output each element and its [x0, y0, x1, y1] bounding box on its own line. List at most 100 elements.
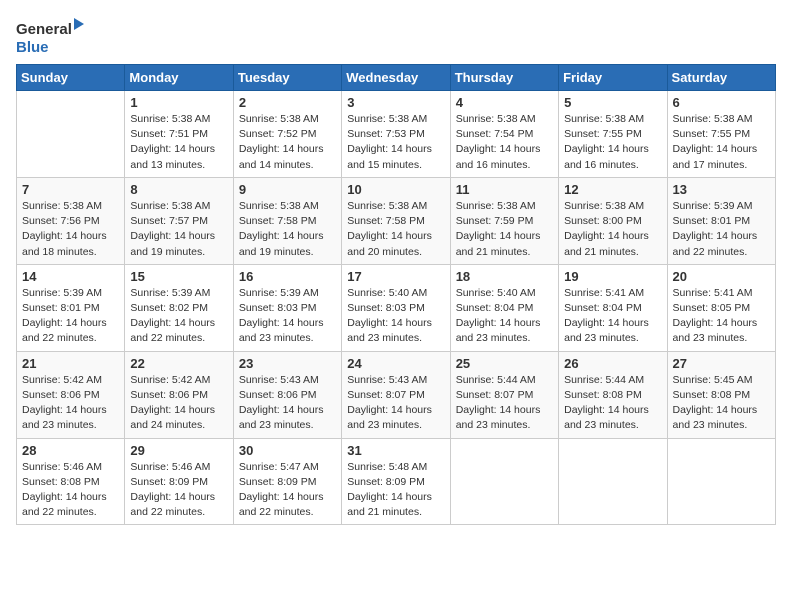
day-number: 23	[239, 356, 336, 371]
day-info: Sunrise: 5:39 AMSunset: 8:01 PMDaylight:…	[673, 199, 770, 260]
day-number: 21	[22, 356, 119, 371]
day-info: Sunrise: 5:46 AMSunset: 8:09 PMDaylight:…	[130, 460, 227, 521]
day-number: 19	[564, 269, 661, 284]
day-number: 9	[239, 182, 336, 197]
day-cell: 11 Sunrise: 5:38 AMSunset: 7:59 PMDayligh…	[450, 177, 558, 264]
svg-text:General: General	[16, 21, 72, 38]
day-cell: 29 Sunrise: 5:46 AMSunset: 8:09 PMDayligh…	[125, 438, 233, 525]
day-number: 27	[673, 356, 770, 371]
day-cell: 21 Sunrise: 5:42 AMSunset: 8:06 PMDayligh…	[17, 351, 125, 438]
day-number: 7	[22, 182, 119, 197]
day-number: 13	[673, 182, 770, 197]
day-info: Sunrise: 5:38 AMSunset: 8:00 PMDaylight:…	[564, 199, 661, 260]
day-number: 30	[239, 443, 336, 458]
day-info: Sunrise: 5:38 AMSunset: 7:55 PMDaylight:…	[673, 112, 770, 173]
day-cell: 15 Sunrise: 5:39 AMSunset: 8:02 PMDayligh…	[125, 264, 233, 351]
day-info: Sunrise: 5:38 AMSunset: 7:51 PMDaylight:…	[130, 112, 227, 173]
week-row-3: 14Sunrise: 5:39 AMSunset: 8:01 PMDayligh…	[17, 264, 776, 351]
day-number: 5	[564, 95, 661, 110]
day-cell: 9Sunrise: 5:38 AMSunset: 7:58 PMDaylight…	[233, 177, 341, 264]
day-cell	[667, 438, 775, 525]
day-info: Sunrise: 5:39 AMSunset: 8:01 PMDaylight:…	[22, 286, 119, 347]
day-number: 8	[130, 182, 227, 197]
day-number: 6	[673, 95, 770, 110]
day-info: Sunrise: 5:47 AMSunset: 8:09 PMDaylight:…	[239, 460, 336, 521]
day-info: Sunrise: 5:42 AMSunset: 8:06 PMDaylight:…	[22, 373, 119, 434]
col-header-thursday: Thursday	[450, 65, 558, 91]
day-number: 10	[347, 182, 444, 197]
day-cell: 10 Sunrise: 5:38 AMSunset: 7:58 PMDayligh…	[342, 177, 450, 264]
day-info: Sunrise: 5:44 AMSunset: 8:07 PMDaylight:…	[456, 373, 553, 434]
day-number: 29	[130, 443, 227, 458]
day-cell: 7 Sunrise: 5:38 AMSunset: 7:56 PMDaylight…	[17, 177, 125, 264]
day-cell: 26 Sunrise: 5:44 AMSunset: 8:08 PMDayligh…	[559, 351, 667, 438]
day-number: 22	[130, 356, 227, 371]
day-info: Sunrise: 5:38 AMSunset: 7:58 PMDaylight:…	[347, 199, 444, 260]
day-cell: 14Sunrise: 5:39 AMSunset: 8:01 PMDayligh…	[17, 264, 125, 351]
day-cell: 28 Sunrise: 5:46 AMSunset: 8:08 PMDayligh…	[17, 438, 125, 525]
day-number: 3	[347, 95, 444, 110]
day-cell: 2Sunrise: 5:38 AMSunset: 7:52 PMDaylight…	[233, 91, 341, 178]
day-info: Sunrise: 5:38 AMSunset: 7:56 PMDaylight:…	[22, 199, 119, 260]
day-info: Sunrise: 5:43 AMSunset: 8:07 PMDaylight:…	[347, 373, 444, 434]
day-number: 31	[347, 443, 444, 458]
week-row-1: 1Sunrise: 5:38 AMSunset: 7:51 PMDaylight…	[17, 91, 776, 178]
day-cell: 3 Sunrise: 5:38 AMSunset: 7:53 PMDaylight…	[342, 91, 450, 178]
day-cell: 6 Sunrise: 5:38 AMSunset: 7:55 PMDaylight…	[667, 91, 775, 178]
day-cell: 18 Sunrise: 5:40 AMSunset: 8:04 PMDayligh…	[450, 264, 558, 351]
col-header-wednesday: Wednesday	[342, 65, 450, 91]
day-cell: 16Sunrise: 5:39 AMSunset: 8:03 PMDayligh…	[233, 264, 341, 351]
day-info: Sunrise: 5:38 AMSunset: 7:59 PMDaylight:…	[456, 199, 553, 260]
day-cell: 1Sunrise: 5:38 AMSunset: 7:51 PMDaylight…	[125, 91, 233, 178]
calendar-table: SundayMondayTuesdayWednesdayThursdayFrid…	[16, 64, 776, 525]
week-row-4: 21 Sunrise: 5:42 AMSunset: 8:06 PMDayligh…	[17, 351, 776, 438]
day-info: Sunrise: 5:38 AMSunset: 7:55 PMDaylight:…	[564, 112, 661, 173]
day-info: Sunrise: 5:39 AMSunset: 8:02 PMDaylight:…	[130, 286, 227, 347]
day-number: 11	[456, 182, 553, 197]
day-info: Sunrise: 5:38 AMSunset: 7:52 PMDaylight:…	[239, 112, 336, 173]
col-header-friday: Friday	[559, 65, 667, 91]
day-cell: 27 Sunrise: 5:45 AMSunset: 8:08 PMDayligh…	[667, 351, 775, 438]
day-info: Sunrise: 5:48 AMSunset: 8:09 PMDaylight:…	[347, 460, 444, 521]
day-cell: 5 Sunrise: 5:38 AMSunset: 7:55 PMDaylight…	[559, 91, 667, 178]
day-number: 26	[564, 356, 661, 371]
day-info: Sunrise: 5:45 AMSunset: 8:08 PMDaylight:…	[673, 373, 770, 434]
day-number: 16	[239, 269, 336, 284]
col-header-saturday: Saturday	[667, 65, 775, 91]
day-cell	[559, 438, 667, 525]
day-cell	[450, 438, 558, 525]
day-cell: 17 Sunrise: 5:40 AMSunset: 8:03 PMDayligh…	[342, 264, 450, 351]
day-number: 15	[130, 269, 227, 284]
day-number: 17	[347, 269, 444, 284]
day-cell: 20Sunrise: 5:41 AMSunset: 8:05 PMDayligh…	[667, 264, 775, 351]
day-info: Sunrise: 5:41 AMSunset: 8:04 PMDaylight:…	[564, 286, 661, 347]
day-info: Sunrise: 5:40 AMSunset: 8:04 PMDaylight:…	[456, 286, 553, 347]
header: General Blue	[16, 16, 776, 56]
days-header-row: SundayMondayTuesdayWednesdayThursdayFrid…	[17, 65, 776, 91]
day-cell: 25 Sunrise: 5:44 AMSunset: 8:07 PMDayligh…	[450, 351, 558, 438]
day-number: 4	[456, 95, 553, 110]
week-row-5: 28 Sunrise: 5:46 AMSunset: 8:08 PMDayligh…	[17, 438, 776, 525]
day-info: Sunrise: 5:42 AMSunset: 8:06 PMDaylight:…	[130, 373, 227, 434]
day-cell: 31 Sunrise: 5:48 AMSunset: 8:09 PMDayligh…	[342, 438, 450, 525]
day-cell	[17, 91, 125, 178]
col-header-sunday: Sunday	[17, 65, 125, 91]
day-info: Sunrise: 5:46 AMSunset: 8:08 PMDaylight:…	[22, 460, 119, 521]
day-info: Sunrise: 5:43 AMSunset: 8:06 PMDaylight:…	[239, 373, 336, 434]
day-cell: 23 Sunrise: 5:43 AMSunset: 8:06 PMDayligh…	[233, 351, 341, 438]
day-cell: 4Sunrise: 5:38 AMSunset: 7:54 PMDaylight…	[450, 91, 558, 178]
day-cell: 13 Sunrise: 5:39 AMSunset: 8:01 PMDayligh…	[667, 177, 775, 264]
day-number: 18	[456, 269, 553, 284]
day-info: Sunrise: 5:38 AMSunset: 7:53 PMDaylight:…	[347, 112, 444, 173]
day-number: 28	[22, 443, 119, 458]
day-number: 25	[456, 356, 553, 371]
day-cell: 24Sunrise: 5:43 AMSunset: 8:07 PMDayligh…	[342, 351, 450, 438]
day-info: Sunrise: 5:38 AMSunset: 7:57 PMDaylight:…	[130, 199, 227, 260]
day-info: Sunrise: 5:44 AMSunset: 8:08 PMDaylight:…	[564, 373, 661, 434]
day-info: Sunrise: 5:40 AMSunset: 8:03 PMDaylight:…	[347, 286, 444, 347]
logo: General Blue	[16, 16, 86, 56]
day-cell: 19 Sunrise: 5:41 AMSunset: 8:04 PMDayligh…	[559, 264, 667, 351]
day-cell: 8 Sunrise: 5:38 AMSunset: 7:57 PMDaylight…	[125, 177, 233, 264]
day-cell: 22 Sunrise: 5:42 AMSunset: 8:06 PMDayligh…	[125, 351, 233, 438]
col-header-tuesday: Tuesday	[233, 65, 341, 91]
